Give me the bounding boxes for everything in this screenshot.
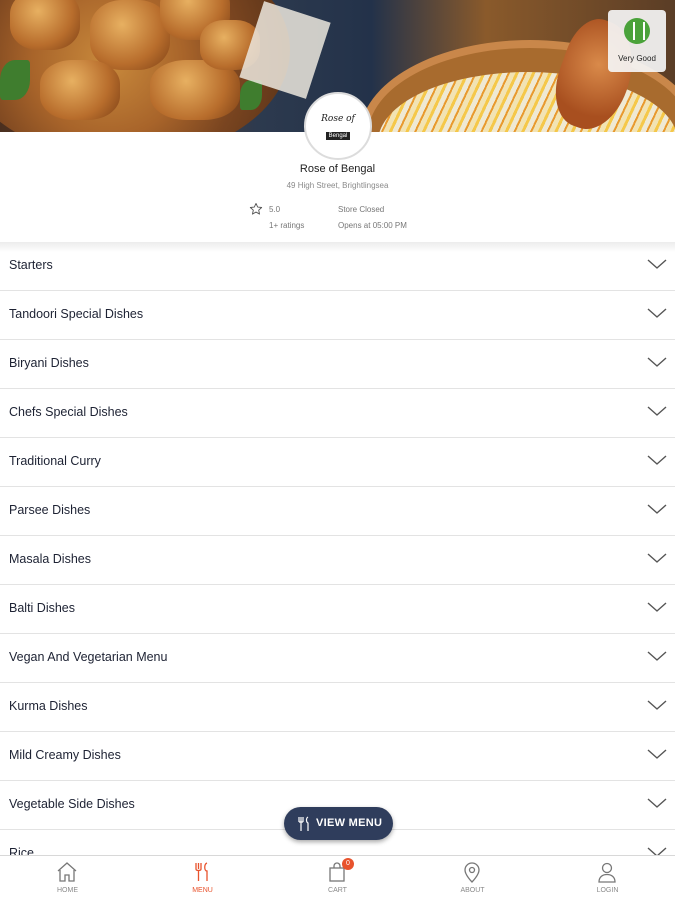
view-menu-label: VIEW MENU (316, 817, 383, 829)
category-label: Vegetable Side Dishes (9, 797, 135, 811)
nav-about-label: ABOUT (460, 887, 485, 894)
nav-cart-label: CART (328, 887, 347, 894)
chevron-down-icon (647, 700, 667, 710)
category-label: Kurma Dishes (9, 699, 88, 713)
category-kurma-dishes[interactable]: Kurma Dishes (0, 683, 675, 732)
nav-home[interactable]: HOME (0, 856, 135, 900)
category-label: Rice (9, 846, 35, 855)
category-label: Biryani Dishes (9, 356, 89, 370)
restaurant-address: 49 High Street, Brightlingsea (286, 181, 389, 190)
chevron-down-icon (647, 504, 667, 514)
category-label: Tandoori Special Dishes (9, 307, 144, 321)
category-label: Parsee Dishes (9, 503, 91, 517)
home-icon (57, 862, 77, 882)
menu-category-list: Starters Tandoori Special Dishes Biryani… (0, 242, 675, 855)
cart-count-badge: 0 (342, 858, 354, 870)
location-pin-icon (464, 862, 480, 883)
nav-menu[interactable]: MENU (135, 856, 270, 900)
category-starters[interactable]: Starters (0, 242, 675, 291)
chevron-down-icon (647, 357, 667, 367)
category-chefs-special-dishes[interactable]: Chefs Special Dishes (0, 389, 675, 438)
restaurant-name: Rose of Bengal (299, 163, 376, 175)
bottom-navigation: HOME MENU CART ABOUT LOGIN (0, 855, 675, 900)
chevron-down-icon (647, 553, 667, 563)
cutlery-icon (195, 862, 208, 881)
category-tandoori-special-dishes[interactable]: Tandoori Special Dishes (0, 291, 675, 340)
category-vegan-and-vegetarian-menu[interactable]: Vegan And Vegetarian Menu (0, 634, 675, 683)
nav-home-label: HOME (57, 887, 78, 894)
chevron-down-icon (647, 847, 667, 855)
chevron-down-icon (647, 406, 667, 416)
user-icon (598, 862, 616, 883)
chevron-down-icon (647, 455, 667, 465)
chevron-down-icon (647, 651, 667, 661)
hygiene-label: Very Good (618, 54, 656, 63)
view-menu-button[interactable]: VIEW MENU (284, 807, 393, 840)
nav-login-label: LOGIN (596, 887, 619, 894)
nav-login[interactable]: LOGIN (540, 856, 675, 900)
category-label: Vegan And Vegetarian Menu (9, 650, 168, 664)
nav-about[interactable]: ABOUT (405, 856, 540, 900)
restaurant-logo: Rose of Bengal (304, 92, 372, 160)
chevron-down-icon (647, 308, 667, 318)
chevron-down-icon (647, 798, 667, 808)
chevron-down-icon (647, 259, 667, 269)
category-parsee-dishes[interactable]: Parsee Dishes (0, 487, 675, 536)
category-biryani-dishes[interactable]: Biryani Dishes (0, 340, 675, 389)
category-label: Chefs Special Dishes (9, 405, 128, 419)
hygiene-rating-badge[interactable]: Very Good (608, 10, 666, 72)
rating-value: 5.0 (269, 205, 281, 214)
opening-time: Opens at 05:00 PM (338, 221, 407, 230)
hygiene-icon (624, 18, 650, 44)
category-traditional-curry[interactable]: Traditional Curry (0, 438, 675, 487)
nav-cart[interactable]: CART (270, 856, 405, 900)
category-label: Mild Creamy Dishes (9, 748, 121, 762)
category-label: Balti Dishes (9, 601, 75, 615)
chevron-down-icon (647, 602, 667, 612)
category-label: Starters (9, 258, 53, 272)
category-mild-creamy-dishes[interactable]: Mild Creamy Dishes (0, 732, 675, 781)
category-label: Traditional Curry (9, 454, 101, 468)
star-icon (249, 202, 263, 215)
chevron-down-icon (647, 749, 667, 759)
category-balti-dishes[interactable]: Balti Dishes (0, 585, 675, 634)
ratings-count: 1+ ratings (269, 221, 305, 230)
cutlery-icon (298, 816, 309, 831)
nav-menu-label: MENU (192, 887, 213, 894)
store-status: Store Closed (338, 205, 385, 214)
category-masala-dishes[interactable]: Masala Dishes (0, 536, 675, 585)
category-label: Masala Dishes (9, 552, 91, 566)
